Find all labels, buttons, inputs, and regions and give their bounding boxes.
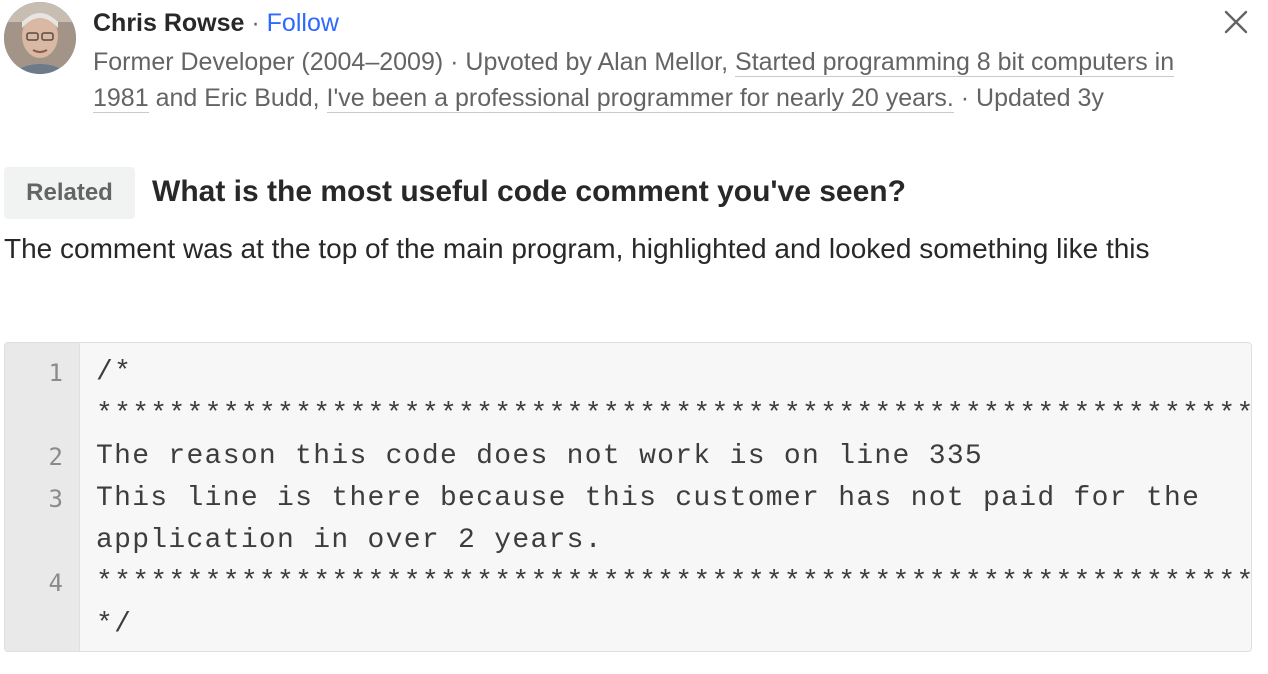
close-icon <box>1224 10 1248 34</box>
related-badge: Related <box>4 167 135 219</box>
follow-button[interactable]: Follow <box>267 9 339 37</box>
line-number: 2 <box>48 443 63 471</box>
author-credentials: Former Developer (2004–2009) · Upvoted b… <box>93 48 1175 113</box>
and-text: and <box>148 84 205 112</box>
code-block: 1 2 3 4 /* *****************************… <box>4 342 1252 652</box>
line-number: 3 <box>48 485 63 513</box>
code-line: ****************************************… <box>96 399 1251 430</box>
code-line: /* <box>96 357 133 388</box>
upvoter-name-2[interactable]: Eric Budd <box>204 84 312 112</box>
line-number: 4 <box>48 569 63 597</box>
answer-header: Chris Rowse · Follow Former Developer (2… <box>0 0 1268 160</box>
user-avatar-icon <box>4 2 76 74</box>
line-number: 1 <box>48 359 63 387</box>
upvoted-prefix: · Upvoted by <box>443 48 598 76</box>
separator-dot: · <box>244 9 267 37</box>
line-number-gutter: 1 2 3 4 <box>5 343 80 651</box>
upvoter-credential-2[interactable]: I've been a professional programmer for … <box>326 84 954 113</box>
updated-time[interactable]: · Updated 3y <box>954 84 1104 112</box>
upvoter-name-1[interactable]: Alan Mellor <box>597 48 721 76</box>
code-line: application in over 2 years. <box>96 525 603 556</box>
code-line: */ <box>96 609 133 640</box>
code-line: ****************************************… <box>96 567 1251 598</box>
code-line: This line is there because this customer… <box>96 483 1201 514</box>
answer-intro-text: The comment was at the top of the main p… <box>4 233 1150 264</box>
related-question-row: Related What is the most useful code com… <box>4 167 1264 220</box>
related-question-link[interactable]: What is the most useful code comment you… <box>152 171 906 213</box>
code-content[interactable]: /* *************************************… <box>80 343 1251 651</box>
code-line: The reason this code does not work is on… <box>96 441 984 472</box>
author-role: Former Developer (2004–2009) <box>93 48 444 76</box>
author-name[interactable]: Chris Rowse <box>93 9 244 37</box>
author-avatar[interactable] <box>4 2 76 74</box>
author-line: Chris Rowse · Follow <box>93 6 339 40</box>
close-button[interactable] <box>1218 4 1254 40</box>
